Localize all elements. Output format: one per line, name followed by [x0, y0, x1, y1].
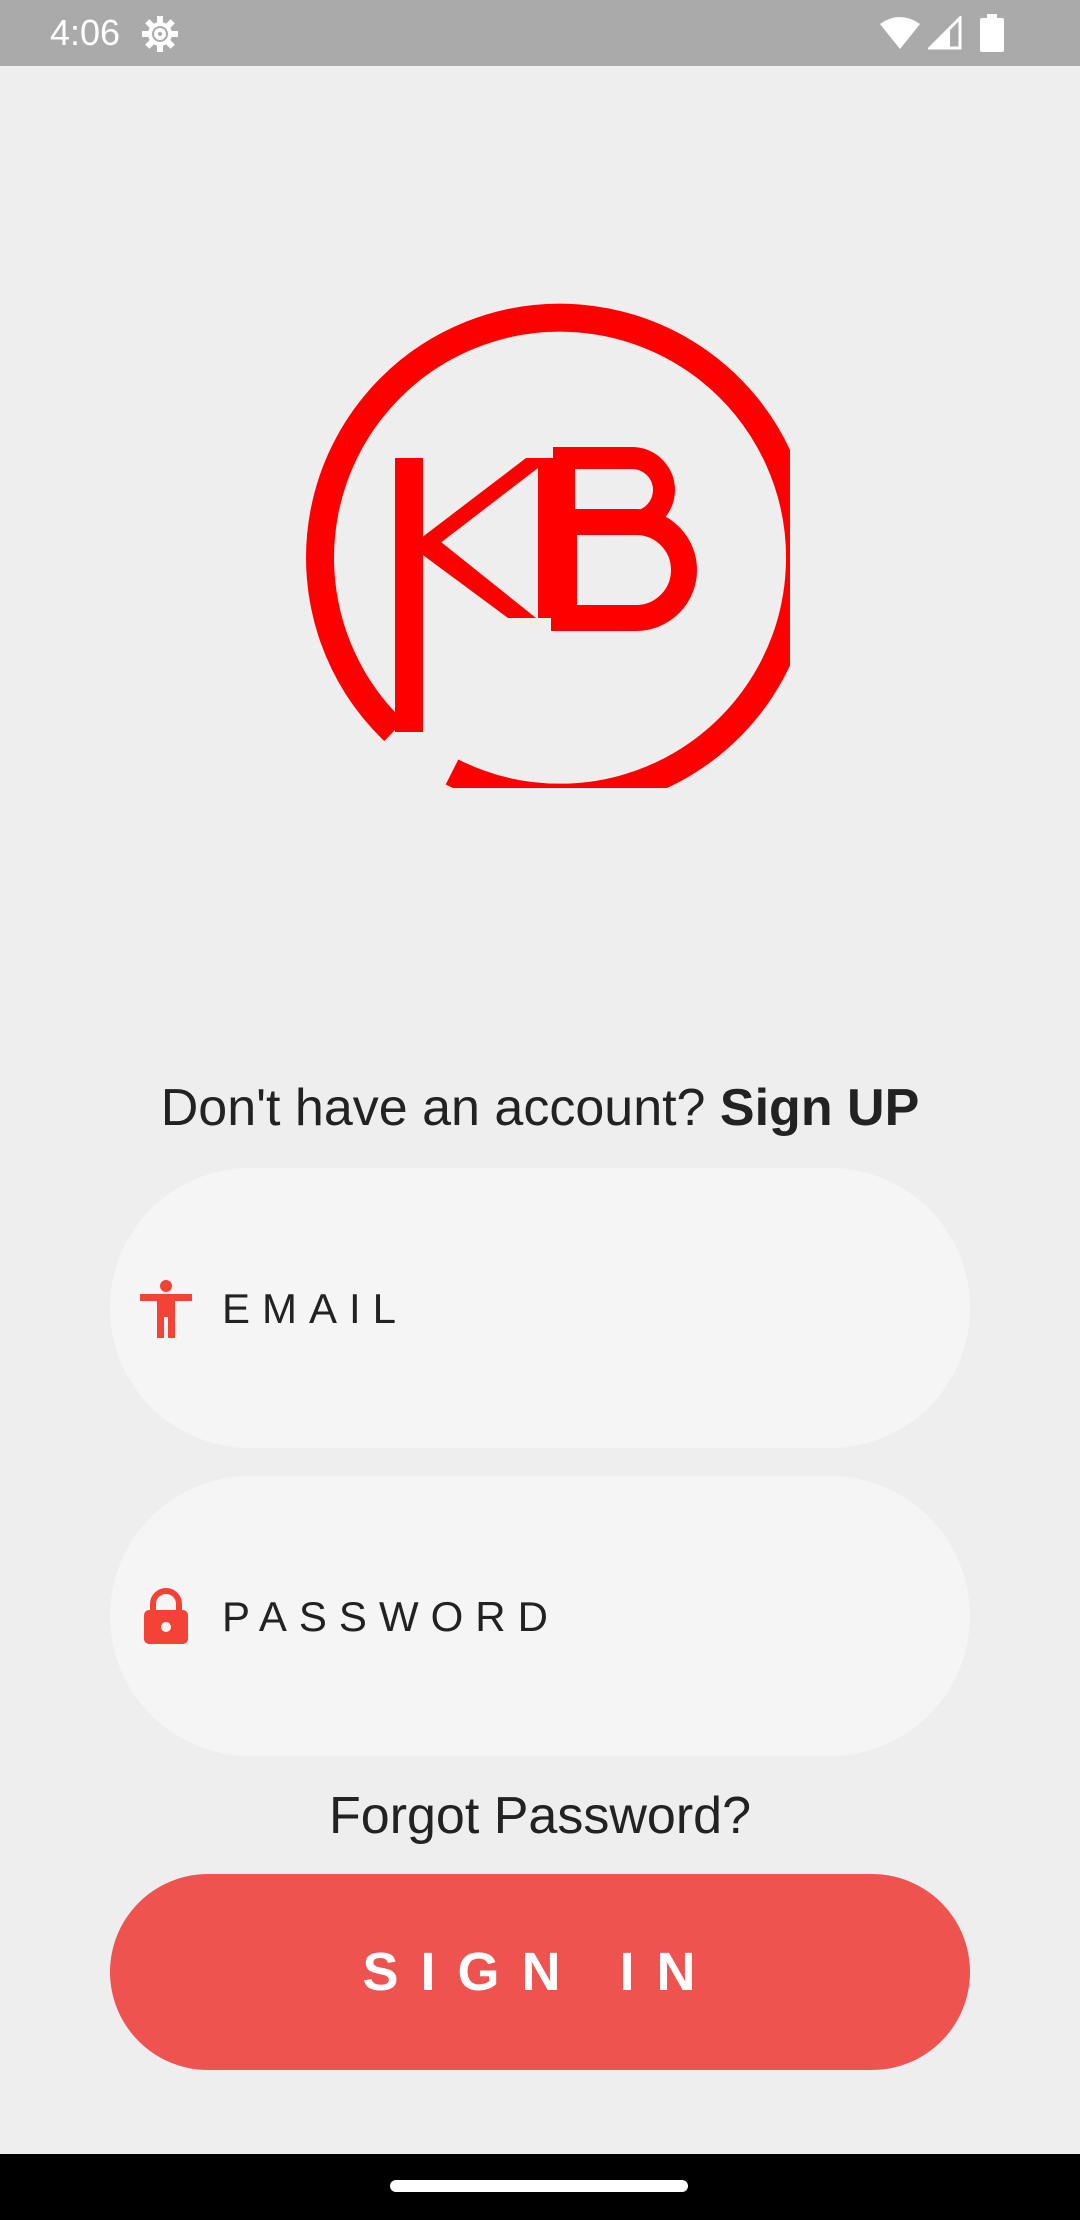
accessibility-person-icon — [140, 1280, 192, 1338]
status-time: 4:06 — [50, 12, 121, 53]
email-input[interactable] — [220, 1268, 924, 1350]
status-bar: 4:06 — [0, 0, 1080, 66]
settings-gear-icon — [142, 16, 178, 52]
sign-up-link[interactable]: Sign UP — [720, 1079, 919, 1137]
kb-logo — [306, 303, 790, 788]
forgot-password-link[interactable]: Forgot Password? — [0, 1780, 1080, 1852]
signup-prompt: Don't have an account? Sign UP — [0, 1072, 1080, 1144]
wifi-icon — [880, 17, 920, 49]
password-field[interactable] — [110, 1476, 970, 1756]
sign-in-button[interactable]: SIGN IN — [110, 1874, 970, 2070]
cell-signal-icon — [928, 16, 962, 50]
password-input[interactable] — [220, 1576, 924, 1658]
login-screen: 4:06 Don't have an account? Sign UP EMAI… — [0, 0, 1080, 2220]
home-gesture-handle[interactable] — [390, 2180, 688, 2192]
email-field[interactable] — [110, 1168, 970, 1448]
battery-icon — [980, 14, 1004, 52]
signup-prompt-text: Don't have an account? — [160, 1079, 720, 1137]
lock-icon — [144, 1588, 188, 1644]
